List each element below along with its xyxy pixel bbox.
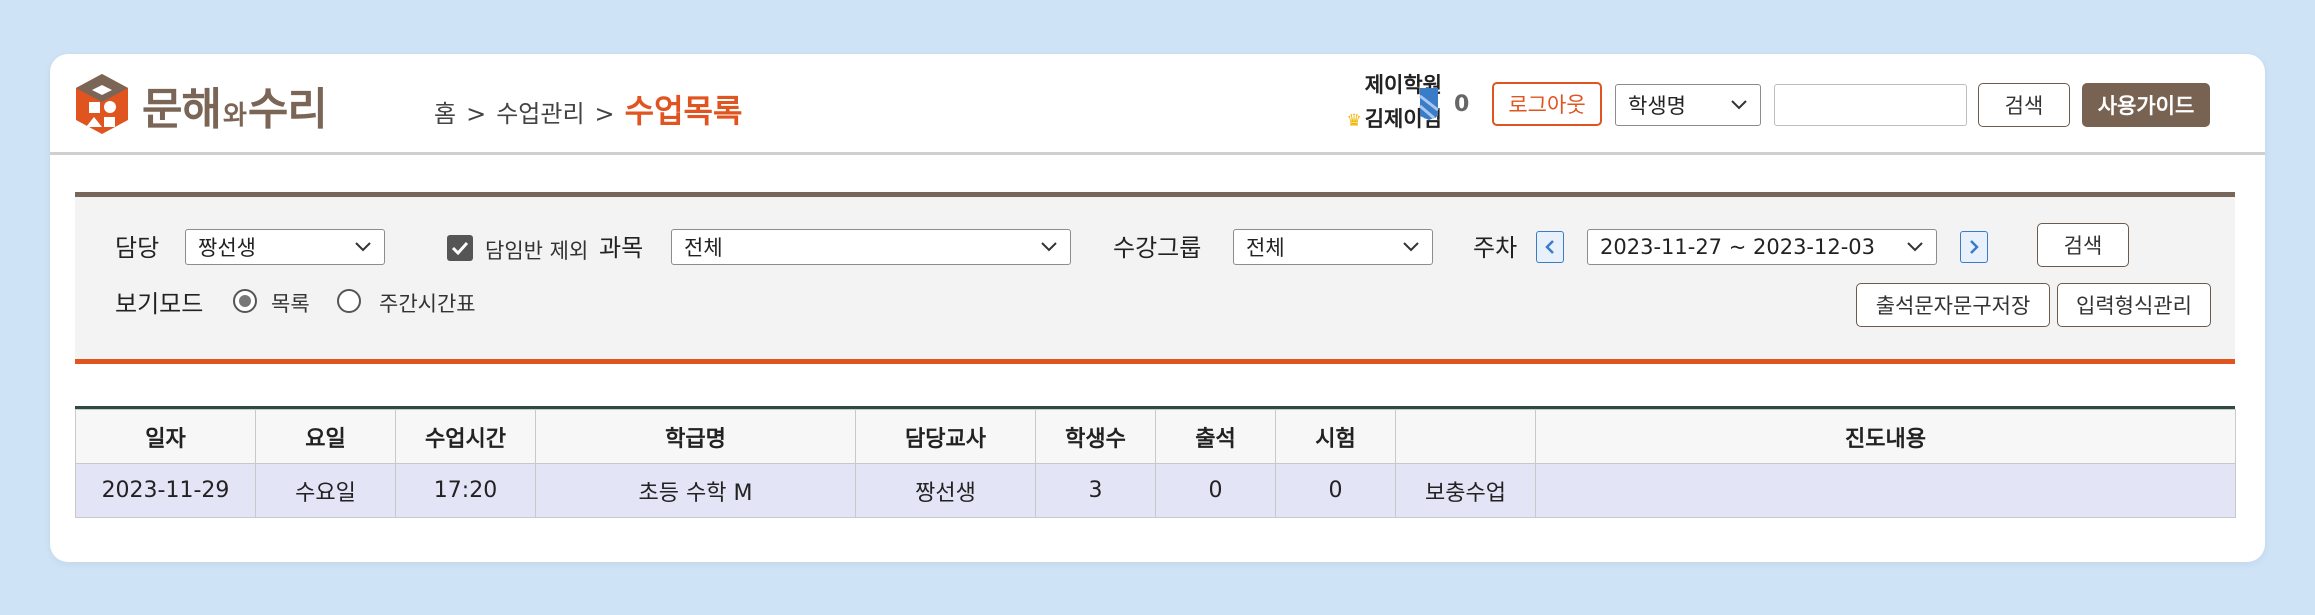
col-header-time[interactable]: 수업시간: [395, 409, 536, 464]
group-label: 수강그룹: [1113, 234, 1202, 262]
ticket-count: 0: [1454, 91, 1470, 117]
header: 문해 와 수리 홈 > 수업관리 > 수업목록 제이학원 ♛ 김제이님 0 로그아웃 …: [50, 54, 2265, 152]
chevron-down-icon: [1731, 100, 1747, 110]
view-list-label: 목록: [271, 292, 310, 316]
view-list-radio[interactable]: [233, 289, 257, 313]
chevron-right-icon: [1970, 240, 1979, 254]
header-search-button[interactable]: 검색: [1978, 83, 2070, 127]
week-label: 주차: [1473, 234, 1518, 262]
logo-icon: [76, 74, 128, 134]
group-select[interactable]: 전체: [1233, 229, 1433, 265]
breadcrumb-separator: >: [594, 100, 615, 128]
crown-icon: ♛: [1346, 111, 1362, 131]
ticket-counter[interactable]: 0: [1414, 86, 1469, 122]
cell-day: 수요일: [255, 463, 396, 518]
view-mode-label: 보기모드: [115, 290, 204, 318]
next-week-button[interactable]: [1960, 231, 1988, 263]
teacher-select[interactable]: 짱선생: [185, 229, 385, 265]
cell-progress[interactable]: [1535, 463, 2236, 518]
radio-selected-dot: [239, 295, 251, 307]
subject-select[interactable]: 전체: [671, 229, 1071, 265]
class-table: 일자 요일 수업시간 학급명 담당교사 학생수 출석 시험 진도내용 2023-…: [75, 406, 2236, 518]
prev-week-button[interactable]: [1536, 231, 1564, 263]
cell-exam: 0: [1275, 463, 1396, 518]
filter-search-button[interactable]: 검색: [2037, 223, 2129, 267]
teacher-label: 담당: [115, 234, 160, 262]
cell-attendance: 0: [1155, 463, 1276, 518]
view-weekly-label: 주간시간표: [379, 292, 476, 316]
chevron-down-icon: [1041, 242, 1057, 252]
cell-teacher: 짱선생: [855, 463, 1036, 518]
breadcrumb: 홈 > 수업관리 > 수업목록: [434, 86, 742, 132]
ticket-icon: [1419, 88, 1439, 120]
col-header-class[interactable]: 학급명: [535, 409, 856, 464]
filter-panel: 담당 짱선생 담임반 제외 과목 전체 수강그룹 전체 주차 2023-11-2…: [75, 192, 2235, 364]
col-header-type: [1395, 409, 1536, 464]
chevron-down-icon: [1403, 242, 1419, 252]
cell-class[interactable]: 초등 수학 M: [535, 463, 856, 518]
chevron-down-icon: [1907, 242, 1923, 252]
logout-button[interactable]: 로그아웃: [1492, 82, 1602, 126]
chevron-left-icon: [1545, 240, 1554, 254]
cell-date: 2023-11-29: [75, 463, 256, 518]
table-row[interactable]: 2023-11-29 수요일 17:20 초등 수학 M 짱선생 3 0 0 보…: [75, 463, 2236, 518]
cell-type: 보충수업: [1395, 463, 1536, 518]
col-header-day[interactable]: 요일: [255, 409, 396, 464]
view-weekly-radio[interactable]: [337, 289, 361, 313]
col-header-teacher[interactable]: 담당교사: [855, 409, 1036, 464]
exclude-homeroom-label: 담임반 제외: [485, 239, 589, 263]
save-attendance-message-button[interactable]: 출석문자문구저장: [1856, 283, 2050, 327]
search-type-select[interactable]: 학생명: [1615, 84, 1761, 126]
subject-label: 과목: [599, 234, 644, 262]
breadcrumb-separator: >: [466, 100, 487, 128]
exclude-homeroom-checkbox[interactable]: [447, 235, 473, 261]
check-icon: [451, 241, 469, 255]
cell-time: 17:20: [395, 463, 536, 518]
search-input[interactable]: [1774, 84, 1967, 126]
logo[interactable]: 문해 와 수리: [74, 72, 328, 138]
cell-students: 3: [1035, 463, 1156, 518]
col-header-progress[interactable]: 진도내용: [1535, 409, 2236, 464]
col-header-students[interactable]: 학생수: [1035, 409, 1156, 464]
header-divider: [50, 152, 2265, 155]
col-header-attendance[interactable]: 출석: [1155, 409, 1276, 464]
search-type-value: 학생명: [1628, 94, 1686, 118]
breadcrumb-menu[interactable]: 수업관리: [496, 94, 584, 129]
week-select[interactable]: 2023-11-27 ~ 2023-12-03: [1587, 229, 1937, 265]
col-header-exam[interactable]: 시험: [1275, 409, 1396, 464]
main-card: 문해 와 수리 홈 > 수업관리 > 수업목록 제이학원 ♛ 김제이님 0 로그아웃 …: [50, 54, 2265, 562]
user-guide-button[interactable]: 사용가이드: [2082, 83, 2210, 127]
breadcrumb-home[interactable]: 홈: [434, 94, 456, 129]
page-title: 수업목록: [624, 92, 743, 130]
table-header-row: 일자 요일 수업시간 학급명 담당교사 학생수 출석 시험 진도내용: [75, 409, 2236, 464]
input-format-button[interactable]: 입력형식관리: [2057, 283, 2211, 327]
logo-text: 문해 와 수리: [142, 84, 328, 135]
col-header-date[interactable]: 일자: [75, 409, 256, 464]
chevron-down-icon: [355, 242, 371, 252]
